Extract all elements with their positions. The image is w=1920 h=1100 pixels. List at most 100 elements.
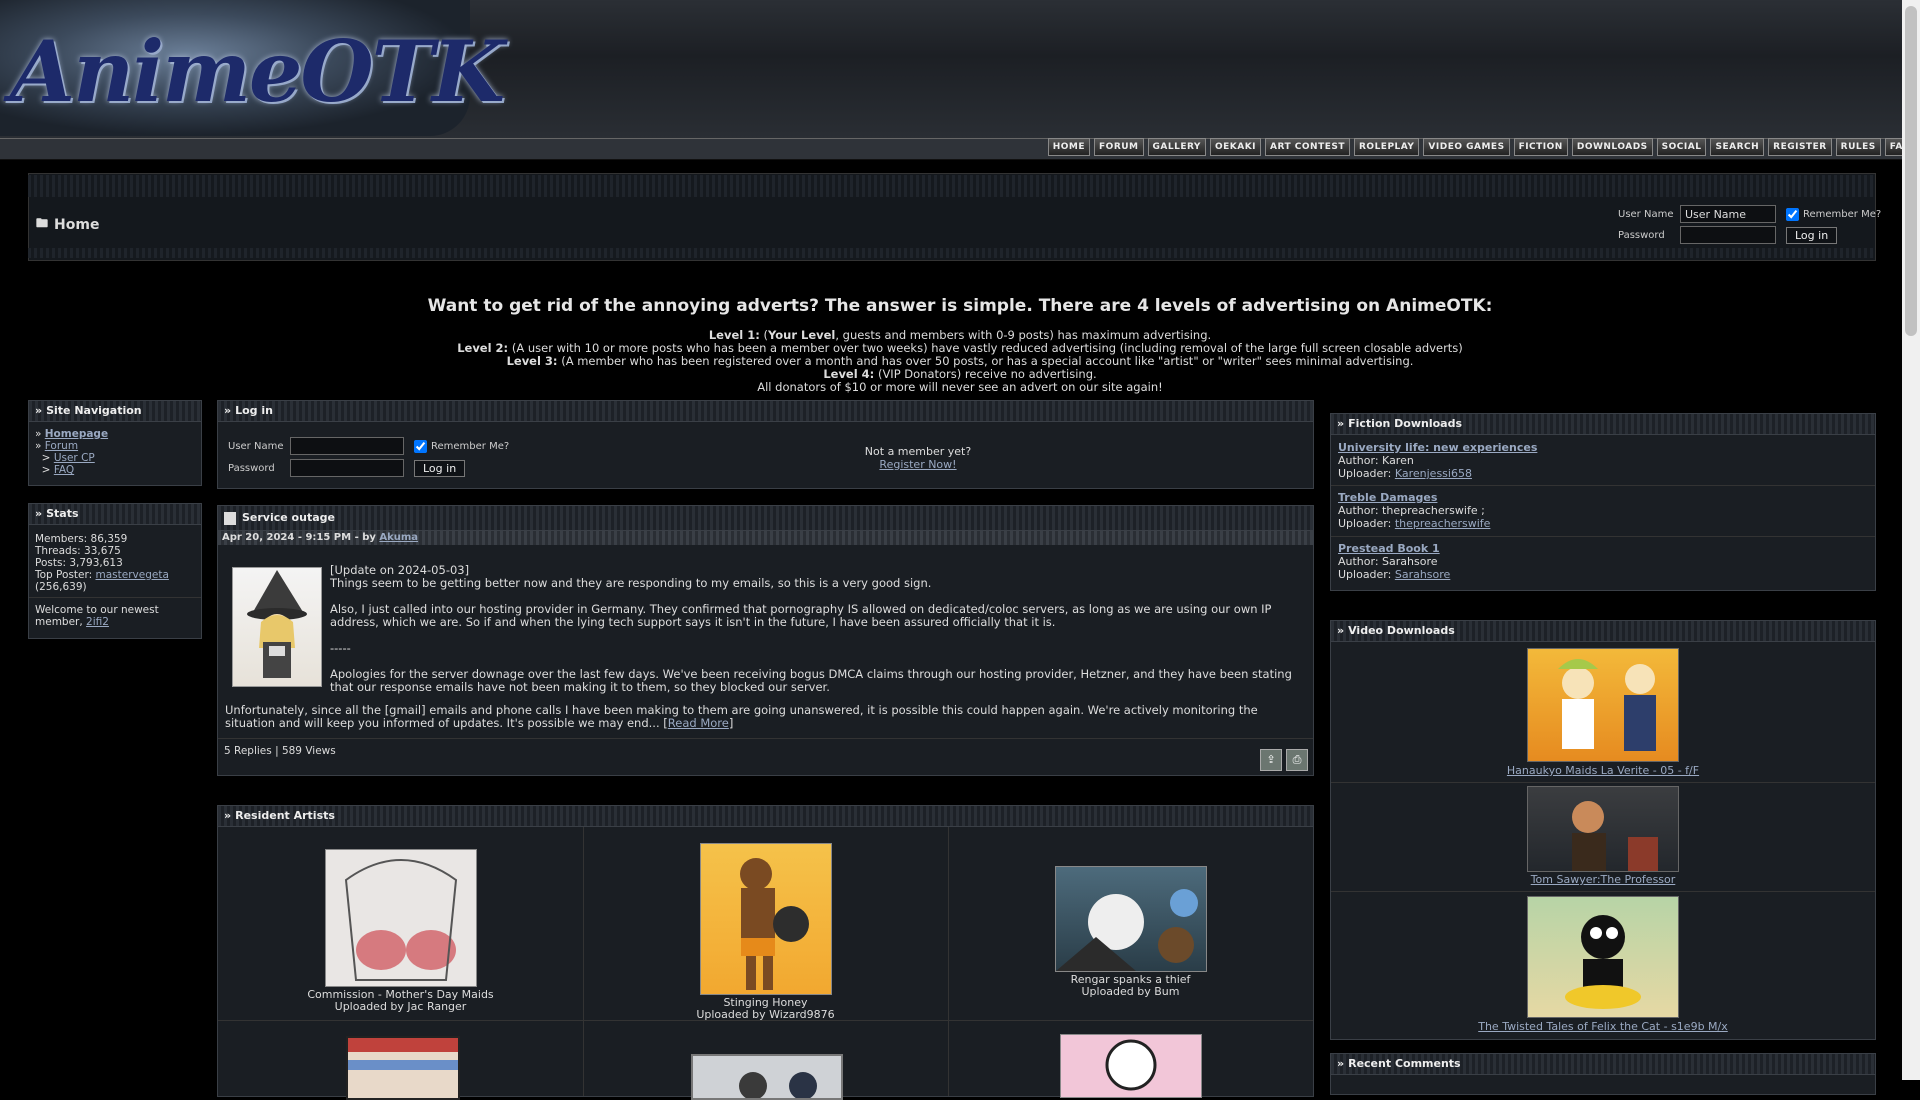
login-panel: » Log in User Name Remember Me? Password …	[217, 400, 1314, 489]
username-label: User Name	[1618, 208, 1674, 220]
nav-forum[interactable]: FORUM	[1094, 138, 1144, 156]
fiction-item-2: Treble Damages Author: thepreacherswife …	[1331, 485, 1875, 536]
login-remember-label: Remember Me?	[431, 440, 510, 452]
fiction-title-3[interactable]: Prestead Book 1	[1338, 542, 1440, 555]
artist-item-2[interactable]: Stinging Honey Uploaded by Wizard9876	[583, 843, 948, 1021]
fiction-uploader-2[interactable]: thepreacherswife	[1395, 517, 1491, 530]
video-thumb-1[interactable]	[1527, 648, 1679, 762]
nav-rules[interactable]: RULES	[1835, 138, 1881, 156]
header-login-button[interactable]: Log in	[1786, 226, 1838, 244]
news-panel: Service outage Apr 20, 2024 - 9:15 PM - …	[217, 505, 1314, 776]
nav-link-faq[interactable]: FAQ	[54, 464, 74, 476]
advert-line-5: All donators of $10 or more will never s…	[757, 380, 1163, 394]
nav-video-games[interactable]: VIDEO GAMES	[1423, 138, 1510, 156]
nav-roleplay[interactable]: ROLEPLAY	[1353, 138, 1420, 156]
stats-threads: Threads: 33,675	[35, 545, 121, 557]
site-navigation-header: » Site Navigation	[29, 401, 201, 422]
video-downloads-panel: » Video Downloads Hanaukyo Maids La Verit…	[1330, 620, 1876, 1040]
folder-icon: 🖿	[36, 216, 49, 230]
news-p6: Unfortunately, since all the [gmail] ema…	[225, 703, 1258, 730]
register-link[interactable]: Register Now!	[879, 458, 956, 471]
login-password-input[interactable]	[290, 459, 404, 477]
video-item-2[interactable]: Tom Sawyer:The Professor	[1331, 783, 1875, 891]
video-thumb-2[interactable]	[1527, 786, 1679, 872]
login-button[interactable]: Log in	[414, 459, 466, 477]
video-title-3[interactable]: The Twisted Tales of Felix the Cat - s1e…	[1331, 1020, 1875, 1033]
nav-gallery[interactable]: GALLERY	[1147, 138, 1206, 156]
news-p4: -----	[330, 641, 351, 655]
nav-fiction[interactable]: FICTION	[1513, 138, 1568, 156]
artist-item-3[interactable]: Rengar spanks a thief Uploaded by Bum	[948, 866, 1313, 998]
fiction-uploader-1[interactable]: Karenjessi658	[1395, 467, 1472, 480]
breadcrumb[interactable]: 🖿 Home	[36, 214, 99, 235]
nav-oekaki[interactable]: OEKAKI	[1209, 138, 1262, 156]
news-avatar	[232, 567, 322, 687]
artist-by-1: Uploaded by Jac Ranger	[334, 1000, 467, 1013]
news-author-link[interactable]: Akuma	[379, 532, 418, 543]
artist-item-1[interactable]: Commission - Mother's Day Maids Uploaded…	[218, 849, 583, 1013]
newest-member-link[interactable]: 2ifi2	[86, 616, 109, 628]
news-header: Service outage	[218, 506, 1313, 531]
fiction-title-2[interactable]: Treble Damages	[1338, 491, 1437, 504]
nav-link-user-cp[interactable]: User CP	[54, 452, 95, 464]
breadcrumb-home: Home	[54, 216, 100, 233]
news-stats: 5 Replies | 589 Views	[224, 745, 336, 757]
remember-label: Remember Me?	[1803, 208, 1882, 220]
site-navigation-panel: » Site Navigation » Homepage » Forum > Us…	[28, 400, 202, 486]
breadcrumb-stripe-top	[28, 175, 1874, 197]
artist-by-3: Uploaded by Bum	[1081, 985, 1180, 998]
artist-thumb-2[interactable]	[699, 843, 832, 995]
header-password-input[interactable]	[1680, 226, 1776, 244]
stats-top-poster-count: (256,639)	[35, 581, 87, 593]
artist-thumb-6[interactable]	[1060, 1034, 1202, 1098]
login-username-input[interactable]	[290, 437, 404, 455]
site-logo[interactable]: AnimeOTK	[10, 22, 505, 121]
video-item-1[interactable]: Hanaukyo Maids La Verite - 05 - f/F	[1331, 642, 1875, 777]
newest-member: Welcome to our newest member, 2ifi2	[29, 597, 201, 634]
password-label: Password	[1618, 229, 1665, 241]
news-footer: 5 Replies | 589 Views ⇪ ⎙	[218, 738, 1313, 775]
fiction-author-3: Author: Sarahsore	[1338, 555, 1438, 568]
login-password-label: Password	[228, 462, 275, 474]
login-form: User Name Remember Me? Password Log in	[228, 435, 509, 479]
read-more-link[interactable]: Read More	[668, 716, 729, 730]
header-login-form: User Name Remember Me? Password Log in	[1618, 204, 1881, 246]
fiction-uploader-3[interactable]: Sarahsore	[1395, 568, 1450, 581]
resident-artists-header: » Resident Artists	[218, 806, 1313, 827]
stats-header: » Stats	[29, 504, 201, 525]
video-title-1[interactable]: Hanaukyo Maids La Verite - 05 - f/F	[1331, 764, 1875, 777]
recent-comments-header: » Recent Comments	[1331, 1054, 1875, 1075]
print-icon[interactable]: ⎙	[1286, 749, 1308, 771]
header-remember-checkbox[interactable]	[1786, 207, 1799, 221]
nav-social[interactable]: SOCIAL	[1656, 138, 1707, 156]
fiction-item-3: Prestead Book 1 Author: Sarahsore Upload…	[1331, 536, 1875, 587]
nav-downloads[interactable]: DOWNLOADS	[1571, 138, 1653, 156]
video-title-2[interactable]: Tom Sawyer:The Professor	[1331, 873, 1875, 886]
recent-comments-panel: » Recent Comments	[1330, 1053, 1876, 1095]
page-scrollbar[interactable]	[1902, 0, 1920, 1080]
artist-thumb-5[interactable]	[691, 1054, 843, 1100]
stats-posts: Posts: 3,793,613	[35, 557, 123, 569]
top-poster-link[interactable]: mastervegeta	[96, 569, 169, 581]
header-username-input[interactable]	[1680, 205, 1776, 223]
scrollbar-thumb[interactable]	[1905, 6, 1917, 336]
artist-thumb-1[interactable]	[324, 849, 477, 987]
site-navigation-list: » Homepage » Forum > User CP > FAQ	[35, 428, 109, 476]
breadcrumb-stripe-bottom	[28, 248, 1874, 258]
share-icon[interactable]: ⇪	[1260, 749, 1282, 771]
login-remember-checkbox[interactable]	[414, 439, 427, 453]
nav-art-contest[interactable]: ART CONTEST	[1265, 138, 1350, 156]
video-item-3[interactable]: The Twisted Tales of Felix the Cat - s1e…	[1331, 892, 1875, 1038]
fiction-author-2: Author: thepreacherswife ;	[1338, 504, 1485, 517]
video-thumb-3[interactable]	[1527, 896, 1679, 1018]
advert-title: Want to get rid of the annoying adverts?…	[427, 296, 1493, 316]
nav-home[interactable]: HOME	[1047, 138, 1091, 156]
nav-link-homepage[interactable]: Homepage	[45, 428, 108, 440]
nav-register[interactable]: REGISTER	[1768, 138, 1832, 156]
stats-list: Members: 86,359 Threads: 33,675 Posts: 3…	[29, 525, 201, 597]
fiction-title-1[interactable]: University life: new experiences	[1338, 441, 1537, 454]
artist-thumb-3[interactable]	[1054, 866, 1207, 972]
nav-link-forum[interactable]: Forum	[45, 440, 78, 452]
nav-search[interactable]: SEARCH	[1710, 138, 1765, 156]
artist-thumb-4[interactable]	[346, 1036, 460, 1100]
